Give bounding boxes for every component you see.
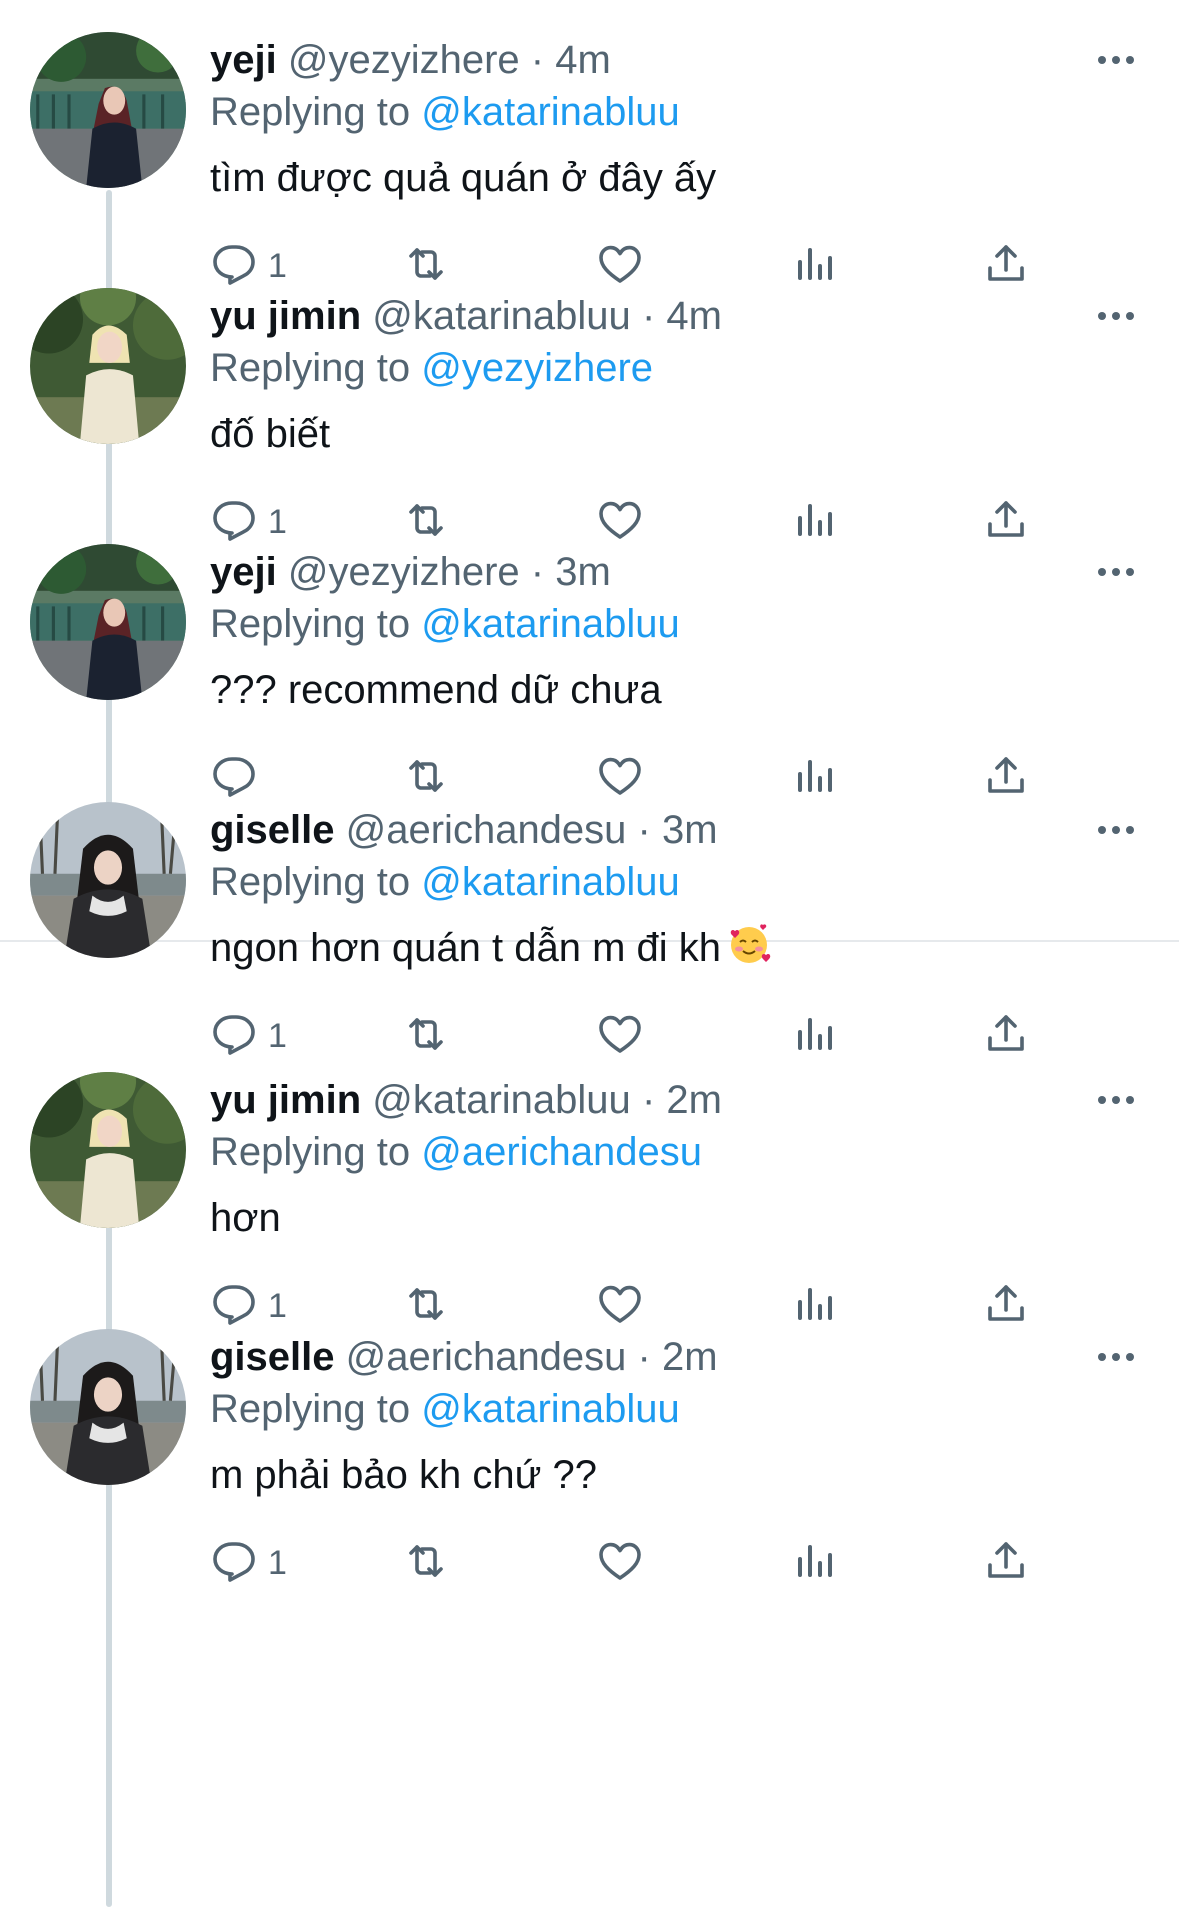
separator-dot: · — [530, 550, 545, 594]
user-handle[interactable]: @yezyizhere — [288, 38, 520, 82]
more-options-icon[interactable] — [1092, 548, 1140, 596]
timestamp[interactable]: 4m — [666, 294, 722, 338]
replying-to: Replying to @katarinabluu — [210, 598, 680, 650]
avatar[interactable] — [30, 32, 186, 188]
replying-to: Replying to @aerichandesu — [210, 1126, 702, 1178]
timestamp[interactable]: 3m — [662, 808, 718, 852]
mention-link[interactable]: @katarinabluu — [421, 860, 680, 904]
views-icon — [790, 1537, 838, 1590]
mention-link[interactable]: @aerichandesu — [421, 1130, 702, 1174]
tweet-header: giselle @aerichandesu · 2m — [210, 1331, 718, 1383]
display-name[interactable]: yeji — [210, 38, 277, 82]
replying-to-label: Replying to — [210, 1130, 411, 1174]
retweet-button[interactable] — [402, 1535, 450, 1591]
separator-dot: · — [637, 1335, 651, 1379]
tweet-text: đố biết — [210, 408, 330, 460]
display-name[interactable]: giselle — [210, 808, 335, 852]
tweet[interactable]: giselle @aerichandesu · 2m Replying to @… — [0, 1297, 1179, 1609]
more-options-icon[interactable] — [1092, 1333, 1140, 1381]
separator-dot: · — [637, 808, 651, 852]
timestamp[interactable]: 2m — [662, 1335, 718, 1379]
user-handle[interactable]: @katarinabluu — [372, 1078, 631, 1122]
display-name[interactable]: yu jimin — [210, 294, 361, 338]
replying-to-label: Replying to — [210, 346, 411, 390]
tweet-text: m phải bảo kh chứ ?? — [210, 1449, 597, 1501]
tweet-text-content: ngon hơn quán t dẫn m đi kh — [210, 926, 722, 970]
tweet-text: ngon hơn quán t dẫn m đi kh — [210, 922, 771, 974]
tweet-text-content: ??? recommend dữ chưa — [210, 668, 662, 712]
timestamp[interactable]: 4m — [555, 38, 611, 82]
avatar[interactable] — [30, 544, 186, 700]
replying-to: Replying to @katarinabluu — [210, 86, 680, 138]
avatar[interactable] — [30, 288, 186, 444]
reply-count: 1 — [268, 1543, 287, 1582]
mention-link[interactable]: @katarinabluu — [421, 602, 680, 646]
tweet-text: tìm được quả quán ở đây ấy — [210, 152, 716, 204]
heart-icon — [596, 1537, 644, 1590]
like-button[interactable] — [596, 1535, 644, 1591]
user-handle[interactable]: @aerichandesu — [346, 808, 627, 852]
more-options-icon[interactable] — [1092, 36, 1140, 84]
user-handle[interactable]: @yezyizhere — [288, 550, 520, 594]
replying-to: Replying to @yezyizhere — [210, 342, 653, 394]
avatar[interactable] — [30, 1072, 186, 1228]
share-button[interactable] — [982, 1535, 1030, 1591]
tweet-text: hơn — [210, 1192, 281, 1244]
user-handle[interactable]: @katarinabluu — [372, 294, 631, 338]
retweet-icon — [402, 1537, 450, 1590]
action-bar: 1 — [210, 1535, 1070, 1591]
separator-dot: · — [641, 294, 656, 338]
display-name[interactable]: yu jimin — [210, 1078, 361, 1122]
replying-to-label: Replying to — [210, 90, 411, 134]
smiling-face-with-hearts-icon — [727, 923, 771, 967]
views-button[interactable] — [790, 1535, 838, 1591]
tweet-text-content: tìm được quả quán ở đây ấy — [210, 156, 717, 200]
tweet-header: yeji @yezyizhere · 4m — [210, 34, 611, 86]
reply-button[interactable]: 1 — [210, 1535, 287, 1591]
tweet-header: yu jimin @katarinabluu · 2m — [210, 1074, 722, 1126]
reply-thread: yeji @yezyizhere · 4m Replying to @katar… — [0, 0, 1179, 1907]
more-options-icon[interactable] — [1092, 292, 1140, 340]
timestamp[interactable]: 2m — [666, 1078, 722, 1122]
replying-to-label: Replying to — [210, 602, 411, 646]
tweet-text-content: hơn — [210, 1196, 281, 1240]
avatar[interactable] — [30, 802, 186, 958]
user-handle[interactable]: @aerichandesu — [346, 1335, 627, 1379]
tweet-text: ??? recommend dữ chưa — [210, 664, 662, 716]
tweet-text-content: đố biết — [210, 412, 331, 456]
tweet-header: giselle @aerichandesu · 3m — [210, 804, 718, 856]
tweet-text-content: m phải bảo kh chứ ?? — [210, 1453, 598, 1497]
separator-dot: · — [530, 38, 545, 82]
mention-link[interactable]: @katarinabluu — [421, 1387, 680, 1431]
separator-dot: · — [641, 1078, 656, 1122]
display-name[interactable]: giselle — [210, 1335, 335, 1379]
avatar[interactable] — [30, 1329, 186, 1485]
replying-to-label: Replying to — [210, 860, 411, 904]
tweet[interactable]: giselle @aerichandesu · 3m Replying to @… — [0, 770, 1179, 1082]
replying-to: Replying to @katarinabluu — [210, 1383, 680, 1435]
tweet-header: yu jimin @katarinabluu · 4m — [210, 290, 722, 342]
reply-icon — [210, 1537, 258, 1590]
more-options-icon[interactable] — [1092, 1076, 1140, 1124]
timestamp[interactable]: 3m — [555, 550, 611, 594]
display-name[interactable]: yeji — [210, 550, 277, 594]
replying-to-label: Replying to — [210, 1387, 411, 1431]
share-icon — [982, 1537, 1030, 1590]
tweet-header: yeji @yezyizhere · 3m — [210, 546, 611, 598]
more-options-icon[interactable] — [1092, 806, 1140, 854]
replying-to: Replying to @katarinabluu — [210, 856, 680, 908]
mention-link[interactable]: @yezyizhere — [421, 346, 653, 390]
mention-link[interactable]: @katarinabluu — [421, 90, 680, 134]
